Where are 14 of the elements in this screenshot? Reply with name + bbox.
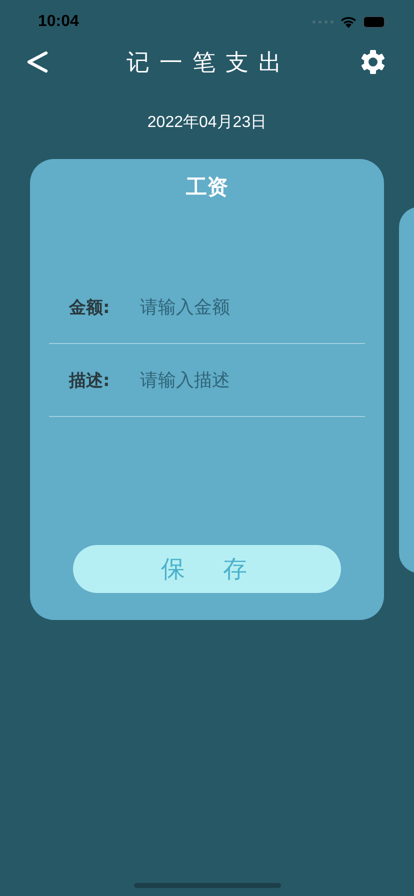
date-label: 2022年04月23日 [146,113,268,133]
field-label: 金额: [69,296,111,318]
card-title: 工资 [186,174,228,201]
save-button[interactable]: 保存 [73,545,341,593]
signal-icon [312,20,334,24]
battery-icon [363,16,388,28]
status-time: 10:04 [38,12,79,30]
back-icon [26,50,48,74]
wifi-icon [340,16,357,28]
settings-icon [360,49,386,75]
input-field[interactable]: 请输入描述 [140,370,365,390]
page-title: 记一笔支出 [126,48,292,78]
input-field[interactable]: 请输入金额 [140,296,365,318]
field-label: 描述: [69,370,111,392]
